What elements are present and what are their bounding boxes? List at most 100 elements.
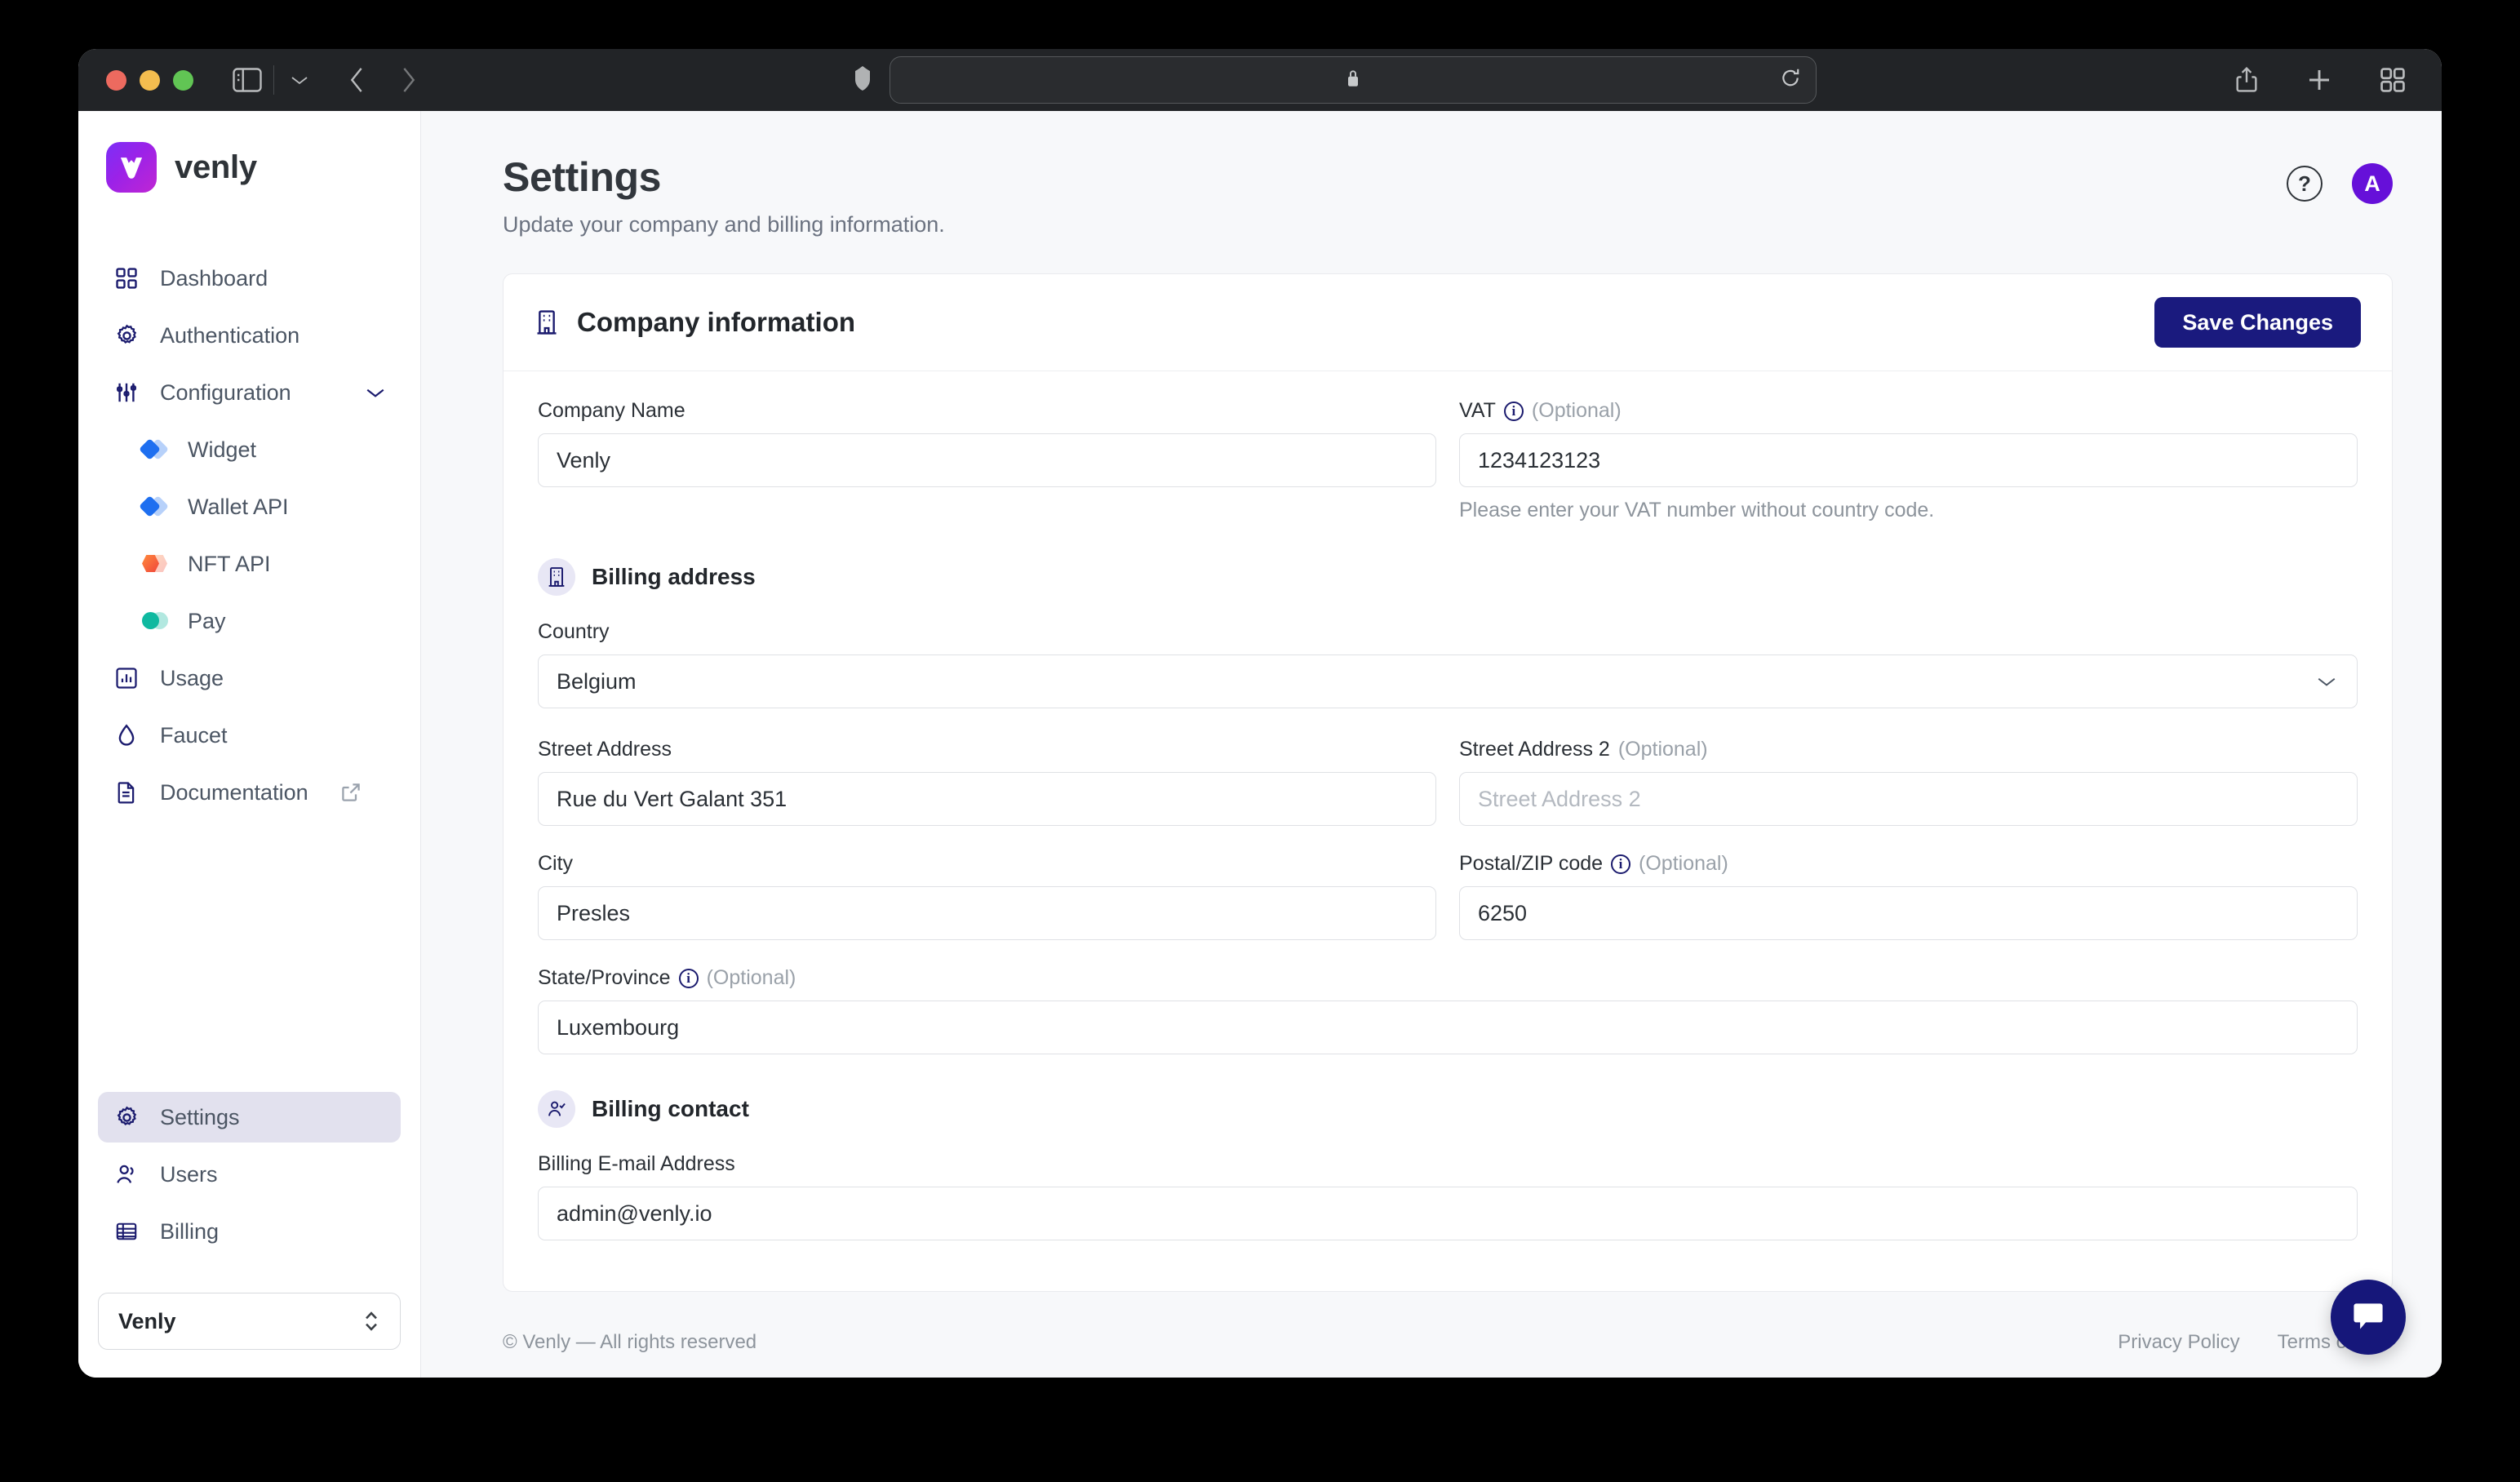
chat-widget-button[interactable] (2331, 1280, 2406, 1355)
users-icon (113, 1163, 140, 1186)
info-icon[interactable]: i (1503, 401, 1524, 421)
sidebar-item-label: Documentation (160, 779, 308, 805)
sidebar-item-label: Pay (188, 608, 226, 633)
orange-hexagon-icon (140, 552, 168, 576)
person-check-icon (538, 1090, 575, 1128)
country-value: Belgium (557, 668, 637, 694)
label-text: Street Address 2 (1459, 738, 1610, 761)
label-text: State/Province (538, 966, 671, 989)
org-switcher-label: Venly (118, 1308, 176, 1333)
sidebar-item-documentation[interactable]: Documentation (98, 767, 401, 818)
help-icon[interactable]: ? (2287, 166, 2323, 202)
brand[interactable]: venly (78, 142, 420, 193)
sidebar-item-nft-api[interactable]: NFT API (126, 539, 401, 589)
sidebar-nav: Dashboard Authentication Configuration W… (78, 250, 420, 821)
page-header: Settings Update your company and billing… (421, 111, 2442, 237)
sidebar-item-faucet[interactable]: Faucet (98, 710, 401, 761)
label-text: Company Name (538, 399, 685, 422)
optional-tag: (Optional) (1639, 852, 1728, 875)
postal-code-input[interactable]: 6250 (1459, 886, 2358, 940)
sidebar-item-configuration[interactable]: Configuration (98, 367, 401, 418)
gear-icon (113, 1106, 140, 1129)
building-icon (535, 309, 559, 335)
sidebar-item-widget[interactable]: Widget (126, 424, 401, 475)
close-window-button[interactable] (106, 69, 126, 91)
billing-email-input[interactable]: admin@venly.io (538, 1187, 2358, 1240)
billing-icon (113, 1220, 140, 1243)
blue-diamond-icon (139, 495, 169, 519)
vat-input[interactable]: 1234123123 (1459, 433, 2358, 487)
sidebar-item-label: Billing (160, 1218, 220, 1244)
vat-helper-text: Please enter your VAT number without cou… (1459, 499, 1935, 521)
country-label: Country (538, 620, 2358, 644)
vat-field: VAT i (Optional) 1234123123 Please enter… (1459, 399, 2358, 522)
reload-icon[interactable] (1780, 68, 1801, 93)
street-address-input[interactable]: Rue du Vert Galant 351 (538, 772, 1436, 826)
external-link-icon (341, 783, 361, 802)
card-title: Company information (577, 307, 856, 337)
shield-icon[interactable] (854, 65, 872, 95)
gear-icon (113, 324, 140, 348)
sidebar-toggle-icon[interactable] (233, 68, 262, 92)
company-name-input[interactable]: Venly (538, 433, 1436, 487)
org-switcher[interactable]: Venly (98, 1293, 401, 1350)
window-traffic-lights (106, 69, 193, 91)
chevron-down-icon[interactable] (286, 74, 313, 86)
chevron-down-icon (2316, 675, 2337, 688)
up-down-chevron-icon (362, 1309, 380, 1333)
zoom-window-button[interactable] (173, 69, 193, 91)
share-icon[interactable] (2234, 66, 2259, 94)
document-icon (113, 781, 140, 804)
plus-icon[interactable] (2306, 67, 2332, 93)
url-input[interactable] (890, 56, 1817, 104)
sidebar-item-label: Settings (160, 1104, 240, 1129)
sidebar-item-authentication[interactable]: Authentication (98, 310, 401, 361)
sidebar-item-users[interactable]: Users (98, 1149, 401, 1200)
sidebar-item-settings[interactable]: Settings (98, 1092, 401, 1143)
street-address-2-input[interactable]: Street Address 2 (1459, 772, 2358, 826)
vat-label: VAT i (Optional) (1459, 399, 2358, 423)
sidebar-item-dashboard[interactable]: Dashboard (98, 253, 401, 304)
browser-window: venly Dashboard Authentication Configura… (78, 49, 2442, 1378)
section-title: Billing contact (592, 1096, 749, 1121)
sidebar-item-label: NFT API (188, 551, 271, 576)
company-form: Company Name Venly VAT i (Optional) 1234… (538, 399, 2358, 1249)
sliders-icon (113, 381, 140, 404)
back-arrow-icon[interactable] (348, 66, 366, 94)
state-province-field: State/Province i (Optional) Luxembourg (538, 966, 2358, 1054)
toolbar-right-actions (2234, 66, 2406, 94)
optional-tag: (Optional) (1531, 399, 1622, 422)
sidebar-item-pay[interactable]: Pay (126, 596, 401, 646)
postal-code-field: Postal/ZIP code i (Optional) 6250 (1459, 852, 2358, 940)
country-select[interactable]: Belgium (538, 654, 2358, 708)
grid-icon (113, 267, 140, 290)
sidebar-item-label: Usage (160, 665, 224, 690)
chevron-down-icon[interactable] (365, 386, 386, 399)
info-icon[interactable]: i (678, 968, 699, 988)
droplet-icon (113, 724, 140, 747)
street-address-label: Street Address (538, 738, 1436, 761)
save-changes-button[interactable]: Save Changes (2154, 297, 2361, 348)
sidebar-item-billing[interactable]: Billing (98, 1206, 401, 1257)
billing-contact-section: Billing contact Billing E-mail Address a… (538, 1063, 2358, 1240)
sidebar-bottom-nav: Settings Users Billing (78, 1089, 420, 1260)
toolbar-divider (273, 65, 274, 95)
minimize-window-button[interactable] (140, 69, 160, 91)
section-title: Billing address (592, 564, 756, 589)
tab-overview-icon[interactable] (2380, 67, 2406, 93)
sidebar-item-label: Faucet (160, 722, 228, 748)
billing-address-section-header: Billing address (538, 558, 2358, 596)
sidebar-item-usage[interactable]: Usage (98, 653, 401, 703)
billing-email-label: Billing E-mail Address (538, 1152, 2358, 1176)
state-province-input[interactable]: Luxembourg (538, 1001, 2358, 1054)
forward-arrow-icon[interactable] (400, 66, 418, 94)
city-input[interactable]: Presles (538, 886, 1436, 940)
optional-tag: (Optional) (1617, 738, 1708, 761)
label-text: Country (538, 620, 610, 643)
privacy-policy-link[interactable]: Privacy Policy (2118, 1331, 2239, 1354)
sidebar-item-wallet-api[interactable]: Wallet API (126, 481, 401, 532)
info-icon[interactable]: i (1611, 854, 1631, 874)
venly-logo-icon (106, 142, 157, 193)
avatar[interactable]: A (2352, 163, 2393, 204)
sidebar-item-label: Users (160, 1161, 218, 1187)
